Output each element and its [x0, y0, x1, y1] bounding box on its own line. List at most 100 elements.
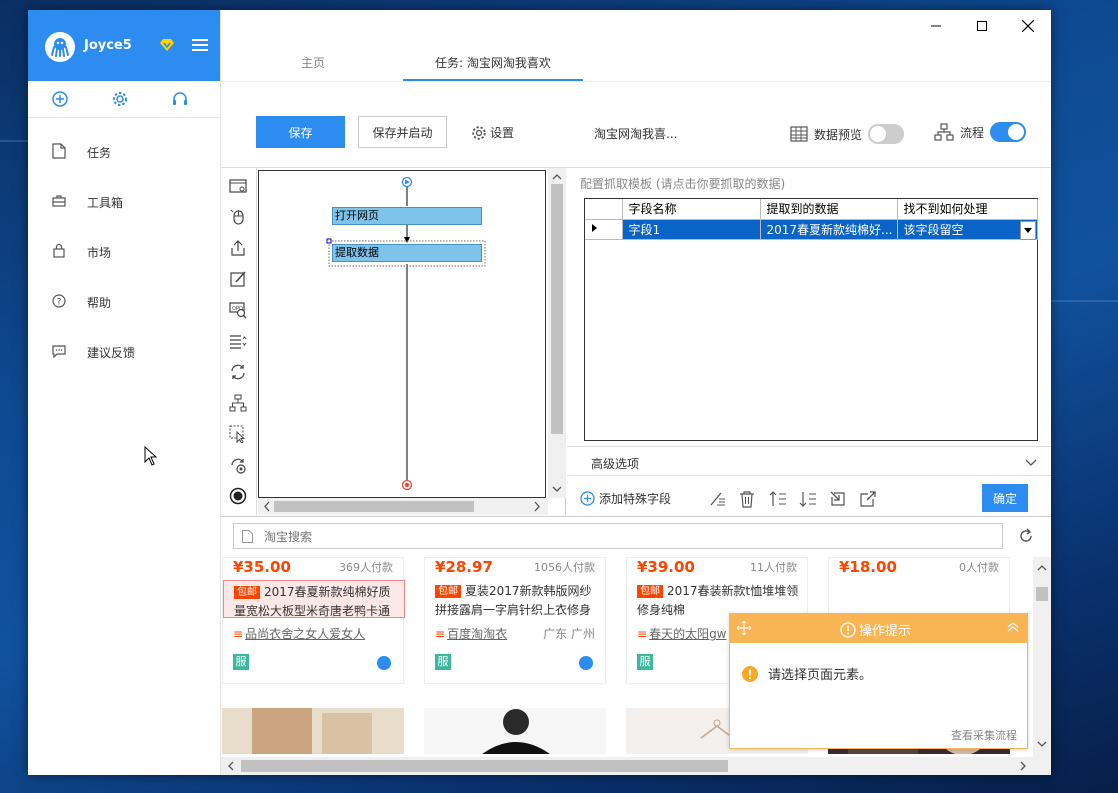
chevron-down-icon — [1025, 459, 1037, 466]
maximize-button[interactable] — [959, 10, 1005, 42]
sidebar: Joyce5 任务 工具箱 市场 ? 帮助 建议反馈 — [28, 10, 221, 775]
browser-address-bar[interactable] — [233, 523, 1003, 549]
product-photo — [222, 708, 404, 754]
sidebar-item-help[interactable]: ? 帮助 — [28, 276, 220, 326]
search-input[interactable] — [264, 528, 964, 545]
gear-icon[interactable] — [112, 91, 128, 107]
product-price: ¥28.97 — [435, 558, 493, 576]
table-row[interactable]: 字段1 2017春夏新款纯棉好... 该字段留空 — [585, 219, 1038, 240]
product-price: ¥35.00 — [233, 558, 291, 576]
browser-vertical-scrollbar[interactable] — [1033, 557, 1051, 775]
settings-button[interactable]: 设置 — [471, 124, 514, 141]
sidebar-item-market[interactable]: 市场 — [28, 226, 220, 276]
product-image[interactable] — [424, 708, 606, 754]
fallback-cell[interactable]: 该字段留空 — [897, 219, 1038, 240]
collapse-icon[interactable] — [1007, 621, 1019, 633]
mouse-hover-icon[interactable] — [229, 425, 247, 443]
advanced-options-bar[interactable]: 高级选项 — [567, 446, 1051, 476]
scroll-right-icon[interactable] — [1016, 757, 1030, 775]
close-button[interactable] — [1005, 10, 1051, 42]
step-extract-data[interactable]: 提取数据 — [332, 244, 482, 262]
app-window: Joyce5 任务 工具箱 市场 ? 帮助 建议反馈 主页 任务: 淘宝网淘我喜… — [28, 10, 1051, 775]
data-preview-toggle[interactable] — [868, 124, 905, 144]
scroll-up-icon[interactable] — [548, 170, 566, 184]
refresh-icon[interactable] — [1018, 528, 1034, 544]
feedback-icon — [52, 345, 66, 359]
product-image[interactable] — [222, 708, 404, 754]
open-webpage-icon[interactable] — [229, 177, 247, 195]
scroll-right-icon[interactable] — [530, 498, 544, 515]
select-element-icon[interactable] — [829, 490, 847, 508]
chat-icon[interactable] — [377, 656, 391, 670]
move-up-icon[interactable] — [769, 490, 787, 508]
save-and-start-button[interactable]: 保存并启动 — [358, 116, 447, 148]
scroll-left-icon[interactable] — [224, 757, 238, 775]
sidebar-item-toolbox[interactable]: 工具箱 — [28, 176, 220, 226]
column-header-extracted-data[interactable]: 提取到的数据 — [760, 199, 898, 220]
free-shipping-badge: 包邮 — [637, 585, 663, 598]
avatar[interactable] — [45, 32, 75, 62]
data-preview-toggle-group: 数据预览 — [790, 124, 905, 144]
edit-field-icon[interactable] — [708, 490, 726, 508]
tip-header[interactable]: 操作提示 — [730, 614, 1027, 643]
loop-icon[interactable] — [229, 363, 247, 381]
shop-link[interactable]: 百度淘淘衣 — [435, 625, 507, 642]
flow-toggle[interactable] — [990, 122, 1027, 142]
shop-link[interactable]: 春天的太阳gw — [637, 625, 726, 642]
minimize-button[interactable] — [913, 10, 959, 42]
open-link-icon[interactable] — [859, 490, 877, 508]
confirm-button[interactable]: 确定 — [982, 484, 1028, 512]
scroll-down-icon[interactable] — [548, 482, 566, 496]
scroll-down-icon[interactable] — [1033, 737, 1051, 751]
add-circle-icon — [580, 491, 595, 506]
canvas-horizontal-scrollbar[interactable] — [258, 498, 548, 515]
tab-home[interactable]: 主页 — [301, 54, 325, 71]
sidebar-item-feedback[interactable]: 建议反馈 — [28, 326, 220, 376]
chat-icon[interactable] — [579, 656, 593, 670]
config-title: 配置抓取模板 (请点击你要抓取的数据) — [580, 177, 786, 191]
captcha-icon[interactable]: OPQ — [229, 301, 247, 319]
select-dropdown-icon[interactable] — [229, 332, 247, 350]
product-title-block[interactable]: 包邮 夏装2017新款韩版网纱拼接露肩一字肩针织上衣修身 — [425, 580, 607, 618]
mouse-click-icon[interactable] — [229, 208, 247, 226]
headset-icon[interactable] — [172, 91, 188, 107]
delete-icon[interactable] — [738, 490, 756, 508]
scroll-left-icon[interactable] — [260, 498, 274, 515]
branch-icon[interactable] — [229, 394, 247, 412]
add-special-field-button[interactable]: 添加特殊字段 — [580, 490, 671, 507]
extracted-data-cell[interactable]: 2017春夏新款纯棉好... — [760, 219, 898, 240]
product-photo — [424, 708, 606, 754]
mouse-cursor-icon — [144, 446, 158, 466]
browser-horizontal-scrollbar[interactable] — [221, 757, 1033, 775]
fallback-dropdown-button[interactable] — [1020, 221, 1036, 240]
step-open-webpage[interactable]: 打开网页 — [332, 207, 482, 225]
row-pointer[interactable] — [585, 219, 623, 240]
field-name-cell[interactable]: 字段1 — [622, 219, 761, 240]
shop-link[interactable]: 品尚衣舍之女人爱女人 — [233, 625, 365, 642]
sidebar-item-label: 任务 — [87, 146, 112, 160]
input-text-icon[interactable] — [229, 270, 247, 288]
move-down-icon[interactable] — [799, 490, 817, 508]
scroll-up-icon[interactable] — [1033, 561, 1051, 575]
switch-window-icon[interactable] — [229, 456, 247, 474]
view-flow-link[interactable]: 查看采集流程 — [951, 727, 1017, 743]
product-title-highlighted[interactable]: 包邮 2017春夏新款纯棉好质量宽松大板型米奇唐老鸭卡通 — [223, 580, 405, 618]
task-toolbar: 保存 保存并启动 设置 淘宝网淘我喜... 数据预览 流程 — [221, 110, 1051, 152]
tab-task[interactable]: 任务: 淘宝网淘我喜欢 — [435, 54, 551, 71]
column-header-fallback[interactable]: 找不到如何处理 — [897, 199, 1038, 220]
column-header-field-name[interactable]: 字段名称 — [622, 199, 761, 220]
vip-diamond-icon[interactable] — [160, 39, 174, 51]
canvas-vertical-scrollbar[interactable] — [548, 168, 566, 498]
product-card[interactable]: ¥28.97 1056人付款 包邮 夏装2017新款韩版网纱拼接露肩一字肩针织上衣… — [424, 557, 606, 684]
move-icon[interactable] — [737, 621, 751, 635]
help-icon: ? — [52, 294, 66, 308]
workflow-canvas[interactable]: 打开网页 提取数据 — [258, 170, 546, 498]
stop-icon[interactable] — [229, 487, 247, 505]
hamburger-menu-icon[interactable] — [192, 39, 208, 51]
add-icon[interactable] — [52, 91, 68, 107]
product-card[interactable]: ¥35.00 369人付款 包邮 2017春夏新款纯棉好质量宽松大板型米奇唐老鸭卡… — [222, 557, 405, 684]
extract-data-icon[interactable] — [229, 239, 247, 257]
save-button[interactable]: 保存 — [256, 116, 345, 148]
sidebar-item-tasks[interactable]: 任务 — [28, 126, 220, 176]
flow-label: 流程 — [960, 125, 985, 140]
